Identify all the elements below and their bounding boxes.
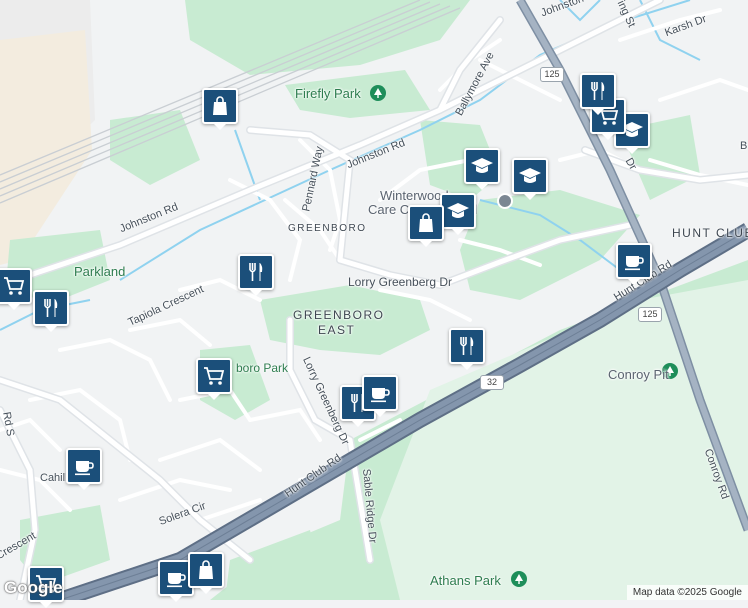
restaurant-icon bbox=[244, 260, 268, 284]
label-greenboro-east-1: GREENBORO bbox=[293, 308, 385, 322]
label-greenboro-small: GREENBORO bbox=[288, 223, 367, 234]
place-pin-icon[interactable] bbox=[497, 193, 513, 209]
shopping-cart-marker[interactable] bbox=[0, 268, 32, 310]
route-125-shield-mid: 125 bbox=[638, 307, 662, 322]
coffee-icon bbox=[622, 249, 646, 273]
coffee-icon bbox=[368, 381, 392, 405]
label-lorry-greenberg-dr: Lorry Greenberg Dr bbox=[348, 275, 453, 289]
shopping-bag-icon bbox=[414, 211, 438, 235]
restaurant-icon bbox=[455, 334, 479, 358]
google-logo[interactable]: Google bbox=[4, 578, 63, 598]
shopping-bag-icon bbox=[208, 94, 232, 118]
tree-icon bbox=[511, 571, 527, 587]
school-icon bbox=[518, 164, 542, 188]
restaurant-marker[interactable] bbox=[33, 290, 69, 332]
label-greenboro-park: boro Park bbox=[236, 361, 289, 375]
shopping-cart-icon bbox=[202, 364, 226, 388]
label-athans-park: Athans Park bbox=[430, 573, 501, 588]
restaurant-marker[interactable] bbox=[580, 73, 616, 115]
school-marker[interactable] bbox=[464, 148, 500, 190]
label-parkland: Parkland bbox=[74, 264, 126, 279]
label-cahill: Cahill bbox=[40, 472, 68, 484]
route-32-shield: 32 bbox=[480, 375, 504, 390]
shopping-cart-marker[interactable] bbox=[196, 358, 232, 400]
coffee-icon bbox=[164, 566, 188, 590]
restaurant-marker[interactable] bbox=[238, 254, 274, 296]
restaurant-icon bbox=[39, 296, 63, 320]
label-b-right: B bbox=[740, 140, 748, 152]
coffee-marker[interactable] bbox=[66, 448, 102, 490]
restaurant-marker[interactable] bbox=[449, 328, 485, 370]
school-icon bbox=[470, 154, 494, 178]
coffee-marker[interactable] bbox=[616, 243, 652, 285]
coffee-marker[interactable] bbox=[362, 375, 398, 417]
school-icon bbox=[446, 199, 470, 223]
school-marker[interactable] bbox=[440, 193, 476, 235]
label-hunt-club-area: HUNT CLUB bbox=[672, 226, 748, 240]
shopping-bag-marker[interactable] bbox=[188, 552, 224, 594]
label-winterwood-1: Winterwood bbox=[380, 188, 449, 203]
coffee-icon bbox=[72, 454, 96, 478]
restaurant-icon bbox=[586, 79, 610, 103]
label-greenboro-east-2: EAST bbox=[318, 323, 356, 337]
school-marker[interactable] bbox=[512, 158, 548, 200]
shopping-bag-marker[interactable] bbox=[202, 88, 238, 130]
label-firefly-park: Firefly Park bbox=[295, 86, 361, 101]
shopping-bag-marker[interactable] bbox=[408, 205, 444, 247]
label-conroy-pit: Conroy Pit bbox=[608, 367, 669, 382]
route-125-shield-top: 125 bbox=[540, 67, 564, 82]
tree-icon bbox=[370, 85, 386, 101]
map-attribution[interactable]: Map data ©2025 Google bbox=[626, 585, 748, 600]
shopping-bag-icon bbox=[194, 558, 218, 582]
shopping-cart-icon bbox=[2, 274, 26, 298]
